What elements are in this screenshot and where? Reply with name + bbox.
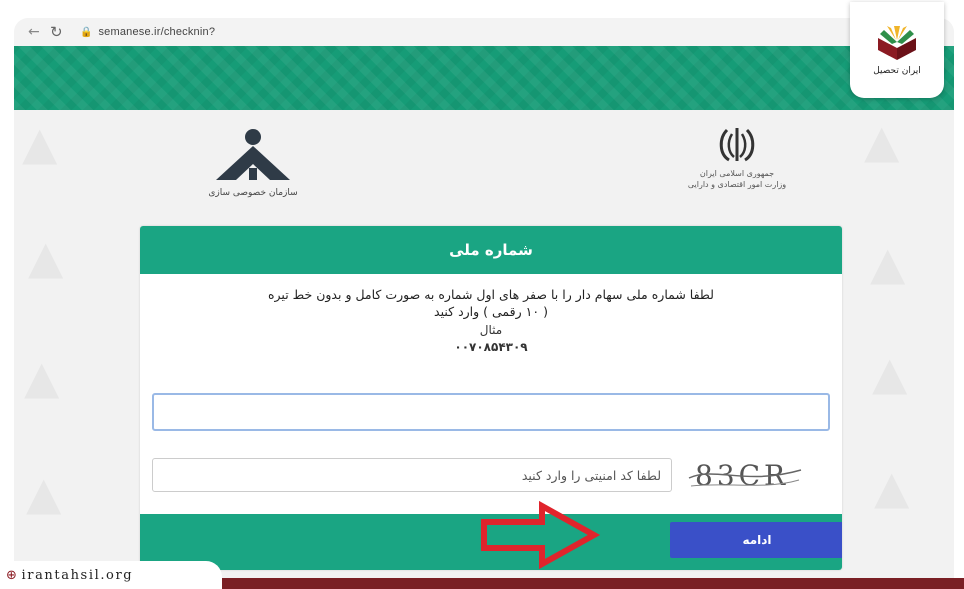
- gov-caption-line2: وزارت امور اقتصادی و دارایی: [687, 180, 787, 189]
- example-label: مثال: [479, 323, 503, 337]
- brand-badge: ایران تحصیل: [850, 2, 944, 98]
- watermark-pattern-icon: ▲: [22, 116, 57, 170]
- watermark-pattern-icon: ▲: [870, 236, 905, 290]
- globe-icon: ⊕: [6, 567, 19, 583]
- instruction-line-1: لطفا شماره ملی سهام دار را با صفر های او…: [267, 287, 714, 302]
- iran-emblem-icon: [719, 128, 755, 162]
- lock-icon: 🔒: [80, 26, 93, 38]
- arrow-left-icon[interactable]: ←: [28, 24, 50, 40]
- gov-caption-line1: جمهوری اسلامی ایران: [699, 169, 775, 178]
- site-url-text: irantahsil.org: [21, 567, 134, 583]
- watermark-pattern-icon: ▲: [24, 350, 59, 404]
- red-arrow-icon: [481, 500, 601, 570]
- org-emblem-icon: [216, 129, 290, 180]
- instruction-line-2: ( ۱۰ رقمی ) وارد کنید: [434, 304, 548, 319]
- panel-title: شماره ملی: [140, 226, 842, 274]
- reload-icon[interactable]: ↻: [50, 23, 80, 41]
- privatization-org-logo: سازمان خصوصی سازی: [198, 128, 308, 198]
- watermark-pattern-icon: ▲: [872, 346, 907, 400]
- example-value: ۰۰۷۰۸۵۴۳۰۹: [454, 340, 528, 354]
- captcha-input[interactable]: [152, 458, 672, 492]
- watermark-pattern-icon: ▲: [864, 114, 899, 168]
- org-caption: سازمان خصوصی سازی: [208, 188, 298, 198]
- continue-button[interactable]: ادامه: [670, 522, 842, 558]
- watermark-pattern-icon: ▲: [28, 230, 63, 284]
- watermark-pattern-icon: ▲: [874, 460, 909, 514]
- instructions-block: لطفا شماره ملی سهام دار را با صفر های او…: [140, 274, 842, 356]
- iran-emblem-logo: جمهوری اسلامی ایران وزارت امور اقتصادی و…: [662, 126, 812, 190]
- brand-name: ایران تحصیل: [873, 66, 921, 76]
- watermark-pattern-icon: ▲: [26, 466, 61, 520]
- browser-address-bar: ← ↻ 🔒 semanese.ir/checknin?: [14, 18, 954, 46]
- national-id-input[interactable]: [152, 393, 830, 431]
- captcha-image: 83CR: [685, 452, 805, 496]
- url-text[interactable]: semanese.ir/checknin?: [98, 26, 215, 38]
- site-header-band: [14, 46, 954, 110]
- site-url-tag: ⊕ irantahsil.org: [0, 561, 222, 589]
- book-logo-icon: [878, 26, 916, 60]
